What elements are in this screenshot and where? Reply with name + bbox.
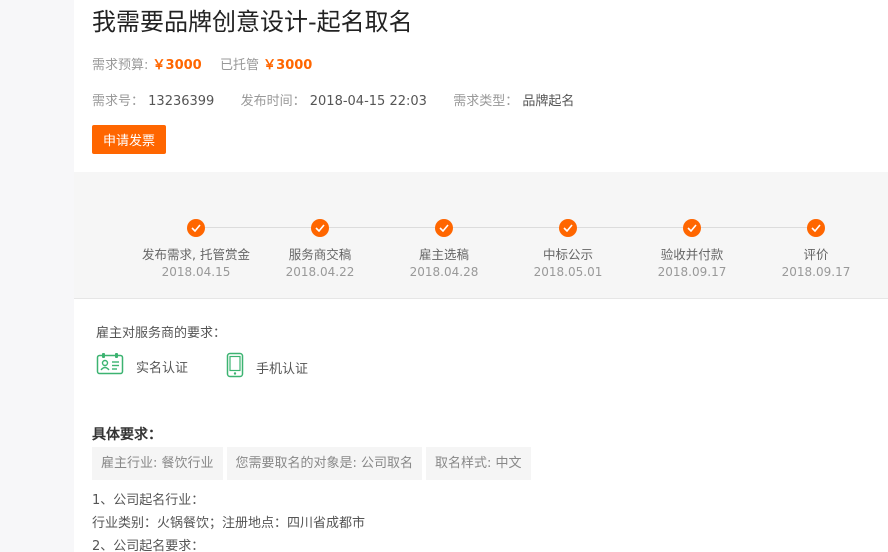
step-label: 验收并付款 xyxy=(660,247,724,262)
budget-row: 需求预算: ￥3000 已托管 ￥3000 xyxy=(92,54,312,73)
check-icon xyxy=(435,219,453,237)
escrow-amount: ￥3000 xyxy=(263,58,313,73)
task-type-label: 需求类型： xyxy=(453,94,519,109)
cert-label: 手机认证 xyxy=(256,361,309,377)
progress-steps: 发布需求, 托管赏金 2018.04.15 服务商交稿 2018.04.22 雇… xyxy=(74,172,888,299)
task-id: 13236399 xyxy=(148,94,215,109)
task-id-label: 需求号： xyxy=(92,94,145,109)
step-publish: 发布需求, 托管赏金 2018.04.15 xyxy=(131,219,261,279)
step-accept: 验收并付款 2018.09.17 xyxy=(627,219,757,279)
left-gutter xyxy=(0,0,74,552)
page-title: 我需要品牌创意设计-起名取名 xyxy=(92,8,413,36)
mobile-phone-icon xyxy=(226,352,244,382)
detail-line: 行业类别：火锅餐饮；注册地点：四川省成都市 xyxy=(92,516,366,531)
step-label: 评价 xyxy=(803,247,829,262)
details-title: 具体要求： xyxy=(92,427,162,443)
step-label: 服务商交稿 xyxy=(288,247,352,262)
task-detail-panel: 我需要品牌创意设计-起名取名 需求预算: ￥3000 已托管 ￥3000 需求号… xyxy=(74,0,888,552)
step-label: 中标公示 xyxy=(542,247,593,262)
step-date: 2018.05.01 xyxy=(533,265,603,279)
detail-line: 1、公司起名行业： xyxy=(92,493,205,508)
task-type: 品牌起名 xyxy=(522,94,575,109)
apply-invoice-button[interactable]: 申请发票 xyxy=(92,125,166,154)
step-date: 2018.09.17 xyxy=(657,265,727,279)
tag-naming-style: 取名样式: 中文 xyxy=(426,447,531,480)
cert-label: 实名认证 xyxy=(136,360,189,376)
budget-label: 需求预算: xyxy=(92,58,149,73)
requirements-title: 雇主对服务商的要求： xyxy=(96,326,227,341)
check-icon xyxy=(559,219,577,237)
step-date: 2018.04.28 xyxy=(409,265,479,279)
detail-line: 2、公司起名要求： xyxy=(92,539,205,552)
publish-time-label: 发布时间： xyxy=(240,94,306,109)
detail-tags: 雇主行业: 餐饮行业 您需要取名的对象是: 公司取名 取名样式: 中文 xyxy=(92,447,535,480)
step-review: 评价 2018.09.17 xyxy=(751,219,881,279)
tag-naming-object: 您需要取名的对象是: 公司取名 xyxy=(226,447,423,480)
cert-phone: 手机认证 xyxy=(226,352,308,382)
step-date: 2018.04.22 xyxy=(285,265,355,279)
step-label: 发布需求, 托管赏金 xyxy=(142,247,250,262)
check-icon xyxy=(187,219,205,237)
check-icon xyxy=(683,219,701,237)
step-label: 雇主选稿 xyxy=(418,247,469,262)
meta-row: 需求号： 13236399 发布时间： 2018-04-15 22:03 需求类… xyxy=(92,90,574,109)
escrow-label: 已托管 xyxy=(220,58,260,73)
step-submit: 服务商交稿 2018.04.22 xyxy=(255,219,385,279)
step-select: 雇主选稿 2018.04.28 xyxy=(379,219,509,279)
step-announce: 中标公示 2018.05.01 xyxy=(503,219,633,279)
budget-amount: ￥3000 xyxy=(152,58,202,73)
check-icon xyxy=(311,219,329,237)
tag-industry: 雇主行业: 餐饮行业 xyxy=(92,447,223,480)
id-card-icon xyxy=(96,352,124,380)
step-date: 2018.09.17 xyxy=(781,265,851,279)
publish-time: 2018-04-15 22:03 xyxy=(309,94,427,109)
cert-realname: 实名认证 xyxy=(96,352,188,380)
check-icon xyxy=(807,219,825,237)
step-date: 2018.04.15 xyxy=(161,265,231,279)
